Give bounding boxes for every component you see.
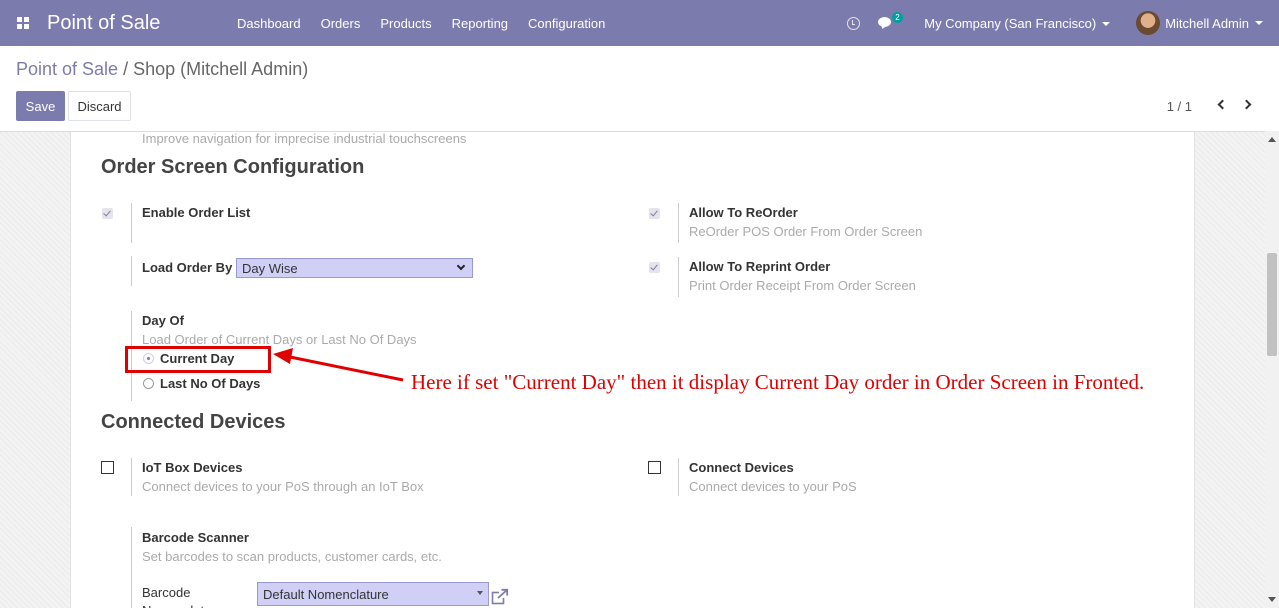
main-menu: Dashboard Orders Products Reporting Conf… <box>227 16 615 31</box>
breadcrumb-root[interactable]: Point of Sale <box>16 59 118 79</box>
discard-button[interactable]: Discard <box>68 91 131 121</box>
allow-reorder-help: ReOrder POS Order From Order Screen <box>689 224 923 239</box>
user-menu[interactable]: Mitchell Admin <box>1136 11 1263 35</box>
top-navbar: Point of Sale Dashboard Orders Products … <box>0 0 1279 46</box>
barcode-nomenclature-select[interactable]: Default Nomenclature <box>257 582 489 606</box>
pager-previous-icon[interactable] <box>1216 99 1228 111</box>
menu-item-configuration[interactable]: Configuration <box>518 16 615 31</box>
connect-devices-checkbox[interactable] <box>648 461 661 474</box>
order-screen-section-title: Order Screen Configuration <box>101 156 365 178</box>
iot-box-help: Connect devices to your PoS through an I… <box>142 479 424 494</box>
divider <box>131 458 132 496</box>
activity-clock-icon[interactable] <box>847 16 861 30</box>
connect-devices-help: Connect devices to your PoS <box>689 479 857 494</box>
pager-value[interactable]: 1 / 1 <box>1167 99 1192 114</box>
day-of-label: Day Of <box>142 313 184 328</box>
pager-next-icon[interactable] <box>1241 99 1253 111</box>
connect-devices-label: Connect Devices <box>689 460 794 475</box>
annotation-highlight-box <box>125 346 271 373</box>
breadcrumb-separator: / <box>123 59 129 79</box>
menu-item-dashboard[interactable]: Dashboard <box>227 16 311 31</box>
save-button[interactable]: Save <box>16 91 65 121</box>
breadcrumb-current: Shop (Mitchell Admin) <box>133 59 309 79</box>
iot-box-label: IoT Box Devices <box>142 460 243 475</box>
menu-item-products[interactable]: Products <box>370 16 441 31</box>
allow-reorder-label: Allow To ReOrder <box>689 205 798 220</box>
chevron-down-icon <box>456 261 466 271</box>
allow-reprint-label: Allow To Reprint Order <box>689 259 831 274</box>
scrollbar-thumb[interactable] <box>1267 253 1277 356</box>
caret-down-icon <box>1102 22 1111 27</box>
breadcrumb: Point of Sale / Shop (Mitchell Admin) <box>16 59 308 80</box>
caret-down-icon <box>1255 21 1263 25</box>
app-title[interactable]: Point of Sale <box>47 12 227 35</box>
annotation-arrow-icon <box>273 348 404 382</box>
divider <box>131 203 132 243</box>
connected-devices-section-title: Connected Devices <box>101 411 286 433</box>
divider <box>131 527 132 608</box>
divider <box>678 458 679 496</box>
vertical-scrollbar[interactable] <box>1265 131 1279 608</box>
barcode-scanner-help: Set barcodes to scan products, customer … <box>142 549 442 564</box>
allow-reorder-checkbox[interactable] <box>649 208 660 219</box>
load-order-by-select[interactable]: Day Wise <box>236 258 473 278</box>
touchscreen-help: Improve navigation for imprecise industr… <box>142 131 467 146</box>
chat-counter-badge: 2 <box>892 12 903 23</box>
allow-reprint-help: Print Order Receipt From Order Screen <box>689 278 916 293</box>
load-order-by-label: Load Order By <box>142 260 233 275</box>
menu-item-reporting[interactable]: Reporting <box>442 16 518 31</box>
company-switcher[interactable]: My Company (San Francisco) <box>924 15 1111 31</box>
avatar <box>1136 11 1161 35</box>
scroll-down-icon[interactable] <box>1268 597 1276 602</box>
divider <box>678 203 679 243</box>
chat-icon[interactable]: 2 <box>878 12 903 31</box>
annotation-text: Here if set "Current Day" then it displa… <box>411 370 1145 394</box>
caret-down-icon <box>477 591 483 595</box>
user-name: Mitchell Admin <box>1165 15 1249 31</box>
iot-box-checkbox[interactable] <box>101 461 114 474</box>
menu-item-orders[interactable]: Orders <box>311 16 371 31</box>
barcode-nomenclature-value: Default Nomenclature <box>263 586 389 602</box>
enable-order-list-label: Enable Order List <box>142 205 251 220</box>
radio-last-no-of-days[interactable] <box>143 378 154 389</box>
allow-reprint-checkbox[interactable] <box>649 262 660 273</box>
navbar-right: 2 My Company (San Francisco) Mitchell Ad… <box>847 0 1279 46</box>
scroll-up-icon[interactable] <box>1268 137 1276 142</box>
barcode-scanner-label: Barcode Scanner <box>142 530 249 545</box>
day-of-help: Load Order of Current Days or Last No Of… <box>142 332 417 347</box>
enable-order-list-checkbox[interactable] <box>102 208 113 219</box>
barcode-nomenclature-label: Barcode Nomenclature <box>142 585 223 608</box>
apps-menu-icon[interactable] <box>0 0 46 46</box>
load-order-by-value: Day Wise <box>242 260 298 276</box>
divider <box>678 257 679 297</box>
radio-last-no-of-days-label[interactable]: Last No Of Days <box>160 376 260 391</box>
external-link-icon[interactable] <box>491 588 509 606</box>
company-name: My Company (San Francisco) <box>924 15 1097 31</box>
divider <box>131 256 132 286</box>
